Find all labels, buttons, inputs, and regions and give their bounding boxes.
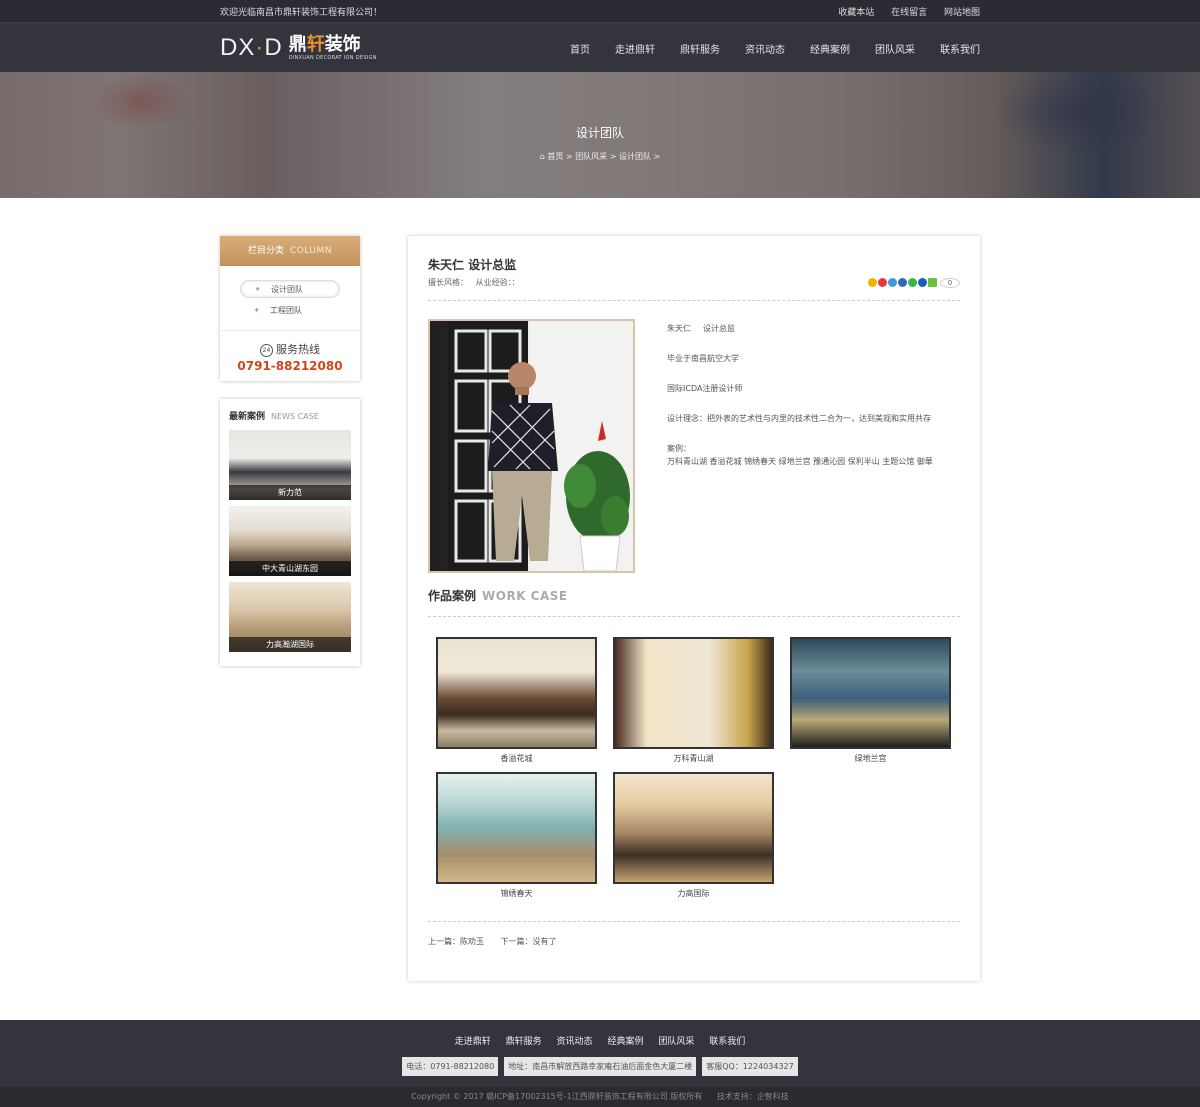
next-article-link[interactable]: 下一篇：没有了 <box>501 937 557 946</box>
designer-cert: 国际ICDA注册设计师 <box>667 384 743 393</box>
home-icon: ⌂ <box>539 152 545 161</box>
tech-support[interactable]: 技术支持：企智科技 <box>717 1092 789 1101</box>
designer-photo <box>428 319 635 573</box>
share-people-icon[interactable] <box>918 278 927 287</box>
footer: 走进鼎轩 鼎轩服务 资讯动态 经典案例 团队风采 联系我们 电话：0791-88… <box>0 1020 1200 1107</box>
share-weibo-icon[interactable] <box>878 278 887 287</box>
news-case-item[interactable]: 新力范 <box>229 430 351 500</box>
copyright-bar: Copyright © 2017 赣ICP备17002315号-1江西鼎轩装饰工… <box>0 1087 1200 1107</box>
welcome-text: 欢迎光临南昌市鼎轩装饰工程有限公司！ <box>220 7 383 18</box>
sidebar-item-engineering-team[interactable]: 工程团队 <box>240 302 340 320</box>
news-case-box: 最新案例 NEWS CASE 新力范 中大青山湖东园 力高瀚湖国际 <box>220 399 360 666</box>
message-link[interactable]: 在线留言 <box>891 8 927 18</box>
footer-nav-cases[interactable]: 经典案例 <box>607 1037 643 1047</box>
designer-info: 朱天仁 设计总监 毕业于南昌航空大学 国际ICDA注册设计师 设计理念：把外表的艺… <box>667 319 933 573</box>
work-case-card[interactable]: 香溢花城 <box>436 637 597 764</box>
article: 朱天仁 设计总监 擅长风格： 从业经验：： 0 朱天仁 设计总监 毕业于南昌航空… <box>408 236 980 981</box>
designer-school: 毕业于南昌航空大学 <box>667 354 739 363</box>
footer-nav-about[interactable]: 走进鼎轩 <box>455 1037 491 1047</box>
share-count: 0 <box>940 277 960 288</box>
clock-24-icon: 24 <box>260 344 273 357</box>
hotline: 24 服务热线 0791-88212080 <box>220 330 360 381</box>
nav-about[interactable]: 走进鼎轩 <box>615 41 655 56</box>
work-case-grid: 香溢花城 万科青山湖 绿地兰宫 锦绣春天 力高国际 <box>428 617 960 899</box>
sitemap-link[interactable]: 网站地图 <box>944 8 980 18</box>
pager: 上一篇：陈劝玉 下一篇：没有了 <box>428 921 960 947</box>
column-header: 栏目分类 COLUMN <box>220 236 360 266</box>
designer-cases-label: 案例： <box>667 444 691 453</box>
news-case-item[interactable]: 中大青山湖东园 <box>229 506 351 576</box>
share-renren-icon[interactable] <box>898 278 907 287</box>
logo[interactable]: DX·D 鼎轩装饰 DINXUAN DECORAT ION DESIGN <box>220 34 377 62</box>
footer-qq: 客服QQ：1224034327 <box>702 1057 798 1076</box>
main-nav: 首页 走进鼎轩 鼎轩服务 资讯动态 经典案例 团队风采 联系我们 <box>545 41 980 56</box>
designer-name: 朱天仁 <box>667 324 691 333</box>
column-box: 栏目分类COLUMN 设计团队 工程团队 24服务热线 0791-8821208… <box>220 236 360 381</box>
footer-address: 地址：南昌市解放西路幸家庵石油后面金色大厦二楼 <box>504 1057 697 1076</box>
nav-cases[interactable]: 经典案例 <box>810 41 850 56</box>
banner-title: 设计团队 <box>575 126 624 140</box>
header: DX·D 鼎轩装饰 DINXUAN DECORAT ION DESIGN 首页 … <box>0 22 1200 72</box>
crumb-home[interactable]: 首页 <box>547 152 563 161</box>
meta-experience: 从业经验：： <box>475 278 520 287</box>
meta-style: 擅长风格： <box>428 278 468 287</box>
designer-philosophy: 设计理念：把外表的艺术性与内里的技术性二合为一，达到美观和实用共存 <box>667 414 931 423</box>
sidebar: 栏目分类COLUMN 设计团队 工程团队 24服务热线 0791-8821208… <box>220 236 360 981</box>
share-tencent-icon[interactable] <box>888 278 897 287</box>
work-case-card[interactable]: 万科青山湖 <box>613 637 774 764</box>
share-bar: 0 <box>867 277 960 288</box>
share-more-icon[interactable] <box>928 278 937 287</box>
work-case-heading: 作品案例 WORK CASE <box>428 587 960 617</box>
footer-nav: 走进鼎轩 鼎轩服务 资讯动态 经典案例 团队风采 联系我们 <box>0 1020 1200 1047</box>
nav-news[interactable]: 资讯动态 <box>745 41 785 56</box>
top-bar: 欢迎光临南昌市鼎轩装饰工程有限公司！ 收藏本站 在线留言 网站地图 <box>0 0 1200 22</box>
footer-nav-contact[interactable]: 联系我们 <box>709 1037 745 1047</box>
designer-role: 设计总监 <box>703 324 735 333</box>
sidebar-item-design-team[interactable]: 设计团队 <box>240 280 340 299</box>
footer-nav-team[interactable]: 团队风采 <box>658 1037 694 1047</box>
page-title: 朱天仁 设计总监 <box>428 258 517 272</box>
prev-article-link[interactable]: 上一篇：陈劝玉 <box>428 937 484 946</box>
footer-phone: 电话：0791-88212080 <box>402 1057 499 1076</box>
work-case-card[interactable]: 绿地兰宫 <box>790 637 951 764</box>
copyright-text: Copyright © 2017 赣ICP备17002315号-1江西鼎轩装饰工… <box>411 1092 703 1101</box>
hotline-number: 0791-88212080 <box>237 359 343 373</box>
nav-team[interactable]: 团队风采 <box>875 41 915 56</box>
footer-nav-news[interactable]: 资讯动态 <box>557 1037 593 1047</box>
crumb-team[interactable]: 团队风采 <box>575 152 607 161</box>
bookmark-link[interactable]: 收藏本站 <box>838 8 874 18</box>
nav-contact[interactable]: 联系我们 <box>940 41 980 56</box>
crumb-design[interactable]: 设计团队 <box>619 152 651 161</box>
footer-nav-service[interactable]: 鼎轩服务 <box>506 1037 542 1047</box>
nav-service[interactable]: 鼎轩服务 <box>680 41 720 56</box>
work-case-card[interactable]: 锦绣春天 <box>436 772 597 899</box>
nav-home[interactable]: 首页 <box>570 41 590 56</box>
page-banner: 设计团队 ⌂ 首页 > 团队风采 > 设计团队 > <box>0 72 1200 198</box>
designer-cases: 万科青山湖 香溢花城 锦绣春天 绿地兰宫 豫通沁园 保利半山 主题公馆 御華 <box>667 457 933 466</box>
news-case-item[interactable]: 力高瀚湖国际 <box>229 582 351 652</box>
breadcrumb: ⌂ 首页 > 团队风采 > 设计团队 > <box>539 152 661 161</box>
work-case-card[interactable]: 力高国际 <box>613 772 774 899</box>
share-wechat-icon[interactable] <box>908 278 917 287</box>
share-qzone-icon[interactable] <box>868 278 877 287</box>
